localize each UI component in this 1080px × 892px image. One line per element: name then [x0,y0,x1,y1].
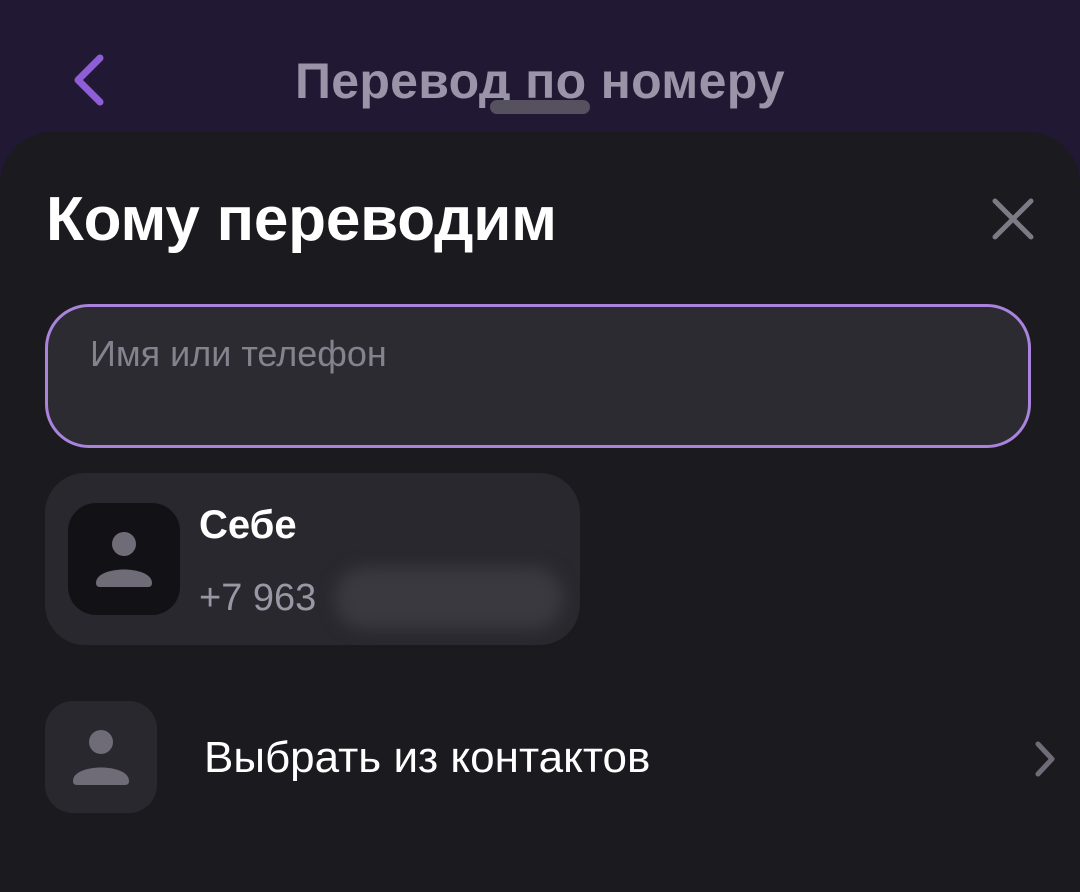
phone-redaction [335,567,563,629]
close-icon [992,198,1034,240]
drag-handle[interactable] [490,100,590,114]
self-avatar [68,503,180,615]
close-button[interactable] [978,184,1048,254]
top-bar: Перевод по номеру [0,0,1080,150]
contacts-label: Выбрать из контактов [204,733,651,782]
person-icon [73,730,129,785]
sheet-title: Кому переводим [46,185,557,254]
choose-from-contacts-row[interactable]: Выбрать из контактов [45,701,1065,817]
self-name: Себе [199,503,297,547]
contacts-avatar [45,701,157,813]
bottom-sheet: Кому переводим Себе +7 963 Выбрать из ко… [0,100,1080,892]
self-transfer-card[interactable]: Себе +7 963 [45,473,580,645]
chevron-right-icon [1025,737,1065,781]
self-phone: +7 963 [199,577,317,619]
search-input[interactable] [90,333,970,375]
person-icon [96,532,152,587]
search-field [45,304,1031,448]
